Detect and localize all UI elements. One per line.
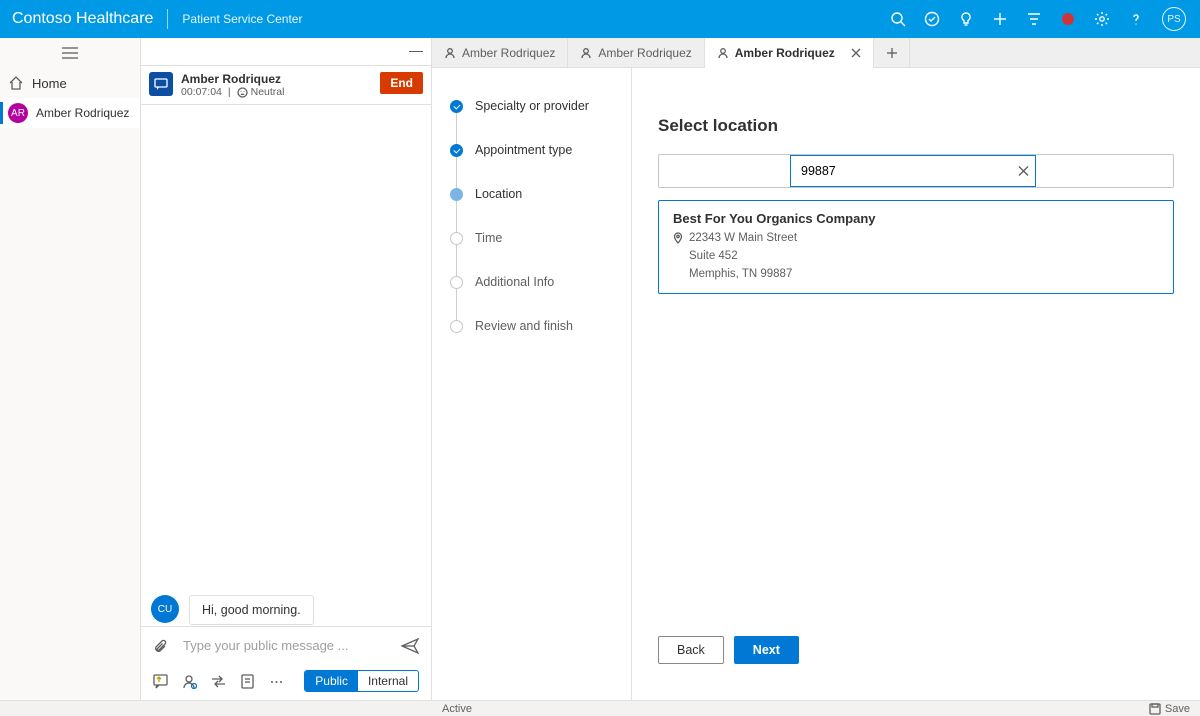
search-result[interactable]: Best For You Organics Company 22343 W Ma… bbox=[658, 200, 1174, 294]
status-active: Active bbox=[442, 703, 472, 715]
chat-channel-icon bbox=[149, 72, 173, 96]
attach-icon[interactable] bbox=[153, 638, 169, 654]
toggle-public[interactable]: Public bbox=[305, 671, 358, 691]
minimize-icon bbox=[409, 51, 423, 52]
send-icon[interactable] bbox=[401, 638, 419, 654]
result-line1: 22343 W Main Street bbox=[689, 230, 797, 248]
global-header: Contoso Healthcare Patient Service Cente… bbox=[0, 0, 1200, 38]
person-icon bbox=[717, 47, 729, 59]
next-button[interactable]: Next bbox=[734, 636, 799, 664]
compose-bar bbox=[141, 627, 431, 664]
visibility-toggle[interactable]: Public Internal bbox=[304, 670, 419, 692]
session-customer-name: Amber Rodriquez bbox=[181, 72, 372, 86]
location-search[interactable] bbox=[790, 155, 1036, 187]
msg-avatar: CU bbox=[151, 595, 179, 623]
home-icon bbox=[8, 75, 24, 91]
main-area: Amber Rodriquez Amber Rodriquez Amber Ro… bbox=[432, 38, 1200, 700]
header-actions bbox=[882, 3, 1152, 35]
tab-strip: Amber Rodriquez Amber Rodriquez Amber Ro… bbox=[432, 38, 1200, 68]
map-pin-icon bbox=[673, 232, 683, 244]
help-icon[interactable] bbox=[1120, 3, 1152, 35]
form-title: Select location bbox=[658, 116, 1174, 136]
session-header: Amber Rodriquez 00:07:04 | Neutral End bbox=[141, 66, 431, 105]
tab-1[interactable]: Amber Rodriquez bbox=[432, 38, 568, 67]
session-pane: Amber Rodriquez 00:07:04 | Neutral End C… bbox=[141, 38, 432, 700]
nav-session-label: Amber Rodriquez bbox=[36, 106, 129, 120]
form-pane: Select location Best For You Organics Co… bbox=[632, 68, 1200, 700]
toggle-internal[interactable]: Internal bbox=[358, 671, 418, 691]
wizard-steps: Specialty or provider Appointment type L… bbox=[432, 68, 632, 700]
save-icon[interactable] bbox=[1149, 703, 1161, 715]
result-line2: Suite 452 bbox=[689, 248, 797, 266]
notes-icon[interactable] bbox=[240, 674, 255, 689]
settings-icon[interactable] bbox=[1086, 3, 1118, 35]
user-avatar[interactable]: PS bbox=[1162, 7, 1186, 31]
person-icon bbox=[580, 47, 592, 59]
tab-3-active[interactable]: Amber Rodriquez bbox=[705, 38, 874, 67]
left-rail: Home AR Amber Rodriquez bbox=[0, 38, 141, 700]
tab-2[interactable]: Amber Rodriquez bbox=[568, 38, 704, 67]
more-icon[interactable] bbox=[269, 674, 284, 689]
result-name: Best For You Organics Company bbox=[673, 211, 1159, 226]
brand-divider bbox=[167, 9, 168, 29]
step-time: Time bbox=[450, 216, 631, 260]
location-field bbox=[658, 154, 1174, 188]
transfer-icon[interactable] bbox=[211, 674, 226, 689]
task-icon[interactable] bbox=[916, 3, 948, 35]
chat-transcript: CU Hi, good morning. Customer · 12:12 AM bbox=[141, 105, 431, 626]
step-review: Review and finish bbox=[450, 304, 631, 348]
session-minimize[interactable] bbox=[141, 38, 431, 66]
close-tab-icon[interactable] bbox=[851, 48, 861, 58]
compose-toolbar: Public Internal bbox=[141, 664, 431, 700]
location-selected[interactable] bbox=[659, 155, 791, 187]
session-timer: 00:07:04 bbox=[181, 86, 222, 98]
app-name: Patient Service Center bbox=[170, 12, 314, 26]
step-additional-info: Additional Info bbox=[450, 260, 631, 304]
wizard-nav: Back Next bbox=[658, 622, 1174, 678]
add-icon[interactable] bbox=[984, 3, 1016, 35]
nav-avatar: AR bbox=[8, 103, 28, 123]
location-search-input[interactable] bbox=[799, 163, 1007, 179]
clear-icon[interactable] bbox=[1018, 166, 1029, 177]
back-button[interactable]: Back bbox=[658, 636, 724, 664]
hamburger-icon[interactable] bbox=[0, 38, 140, 68]
compose-input[interactable] bbox=[181, 637, 389, 654]
filter-icon[interactable] bbox=[1018, 3, 1050, 35]
step-specialty[interactable]: Specialty or provider bbox=[450, 84, 631, 128]
nav-home[interactable]: Home bbox=[0, 68, 140, 98]
msg-bubble: Hi, good morning. bbox=[189, 595, 314, 625]
chat-message: CU Hi, good morning. bbox=[151, 595, 421, 625]
consult-icon[interactable] bbox=[182, 674, 197, 689]
step-appointment-type[interactable]: Appointment type bbox=[450, 128, 631, 172]
person-icon bbox=[444, 47, 456, 59]
search-icon[interactable] bbox=[882, 3, 914, 35]
sentiment-badge: Neutral bbox=[237, 86, 285, 98]
lightbulb-icon[interactable] bbox=[950, 3, 982, 35]
step-location[interactable]: Location bbox=[450, 172, 631, 216]
quick-reply-icon[interactable] bbox=[153, 674, 168, 689]
status-bar: Active Save bbox=[0, 700, 1200, 716]
new-tab-button[interactable] bbox=[874, 38, 910, 67]
end-session-button[interactable]: End bbox=[380, 72, 423, 94]
status-save[interactable]: Save bbox=[1165, 703, 1190, 715]
record-icon[interactable] bbox=[1052, 3, 1084, 35]
brand-name: Contoso Healthcare bbox=[8, 10, 165, 28]
nav-session-active[interactable]: AR Amber Rodriquez bbox=[0, 98, 140, 128]
result-line3: Memphis, TN 99887 bbox=[689, 266, 797, 284]
nav-home-label: Home bbox=[32, 76, 67, 91]
